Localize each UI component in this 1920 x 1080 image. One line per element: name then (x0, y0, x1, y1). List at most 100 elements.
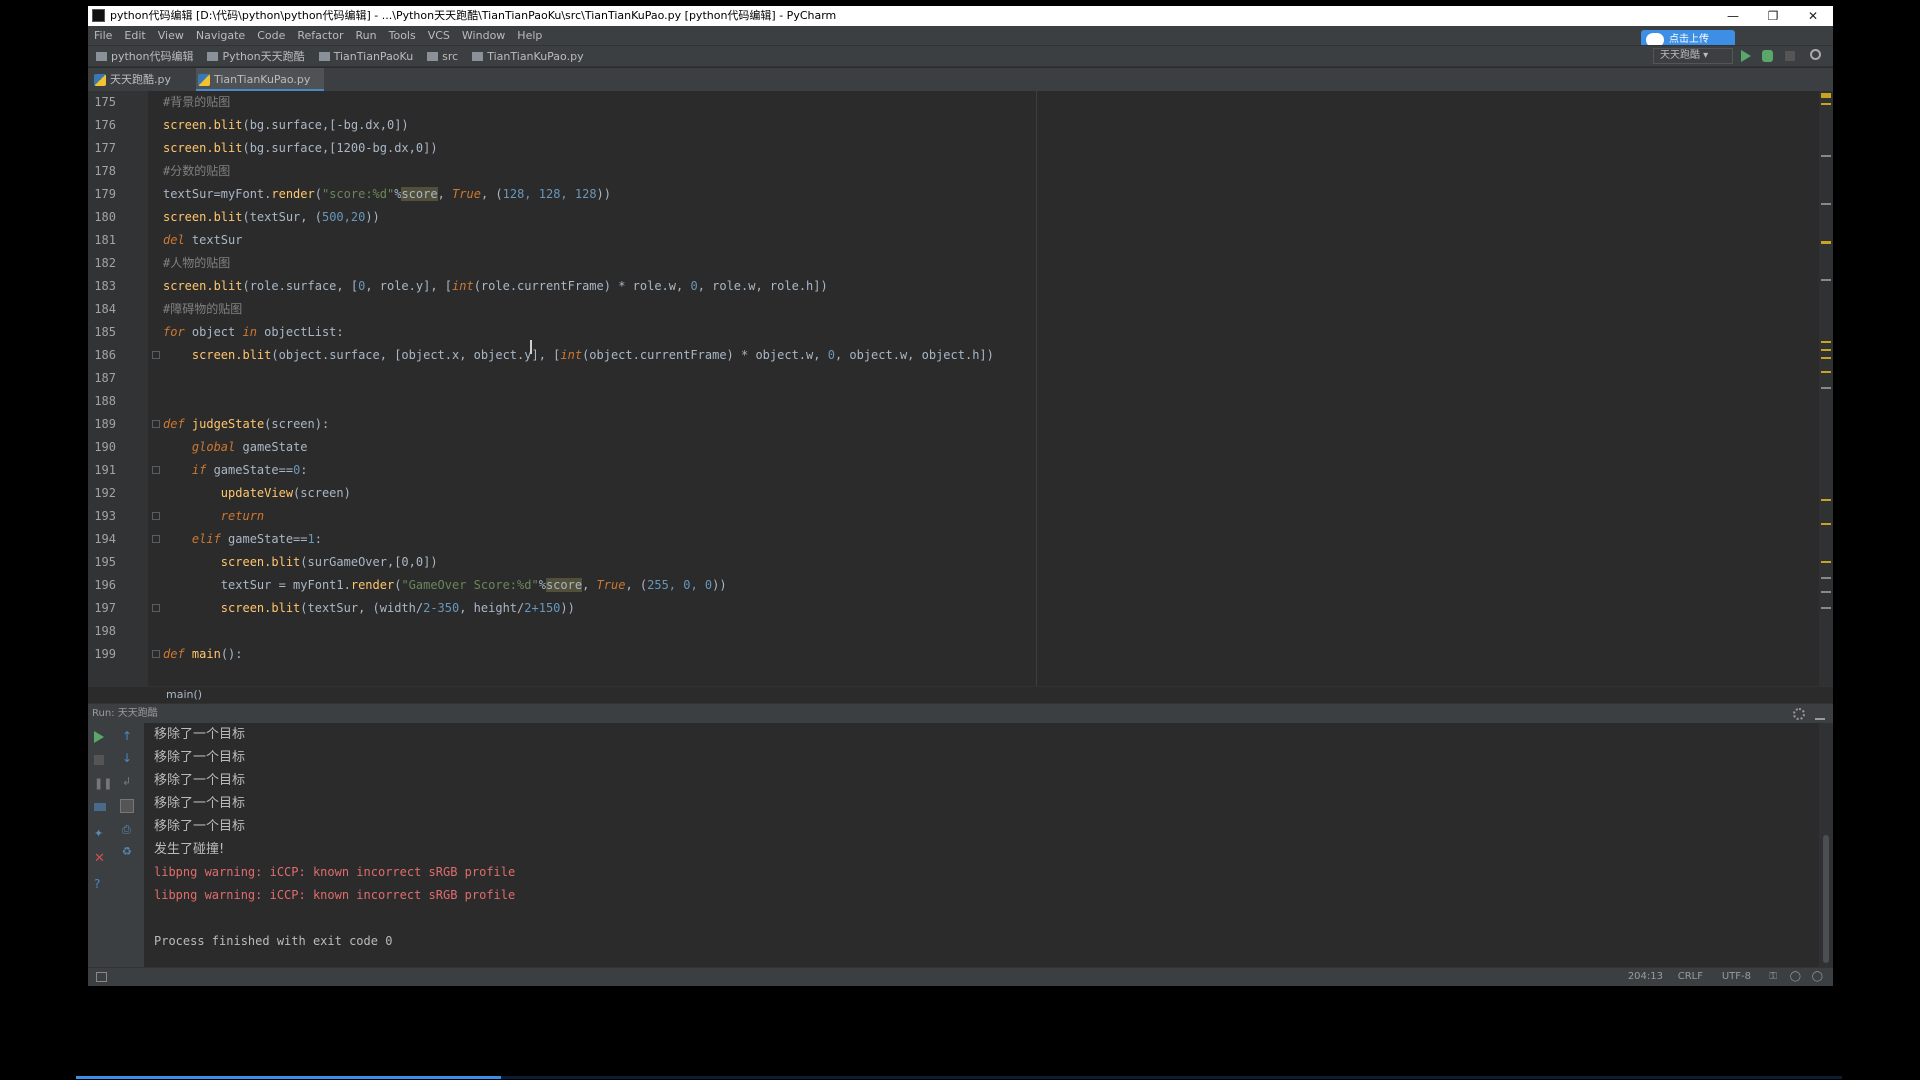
soft-wrap-icon[interactable]: ↲ (122, 775, 136, 789)
info-marker[interactable] (1821, 279, 1831, 281)
code-line[interactable]: 192 updateView(screen) (88, 482, 1788, 505)
code-line[interactable]: 185 for object in objectList: (88, 321, 1788, 344)
breadcrumb-item[interactable]: Python天天跑酷 (207, 50, 305, 63)
menu-refactor[interactable]: Refactor (297, 29, 343, 42)
arrow-down-icon[interactable]: ↓ (122, 751, 136, 765)
minimize-icon[interactable]: — (1713, 6, 1753, 26)
tab-tiantianpaoku[interactable]: 天天跑酷.py (92, 68, 188, 91)
editor-breadcrumb[interactable]: main() (88, 686, 1833, 703)
code-line[interactable]: 196 textSur = myFont1.render("GameOver S… (88, 574, 1788, 597)
code-editor[interactable]: 175 #背景的贴图 176 screen.blit(bg.surface,[-bg.… (88, 91, 1833, 686)
fold-marker-icon[interactable] (152, 535, 160, 543)
stop-icon[interactable] (1785, 51, 1795, 61)
menu-help[interactable]: Help (517, 29, 542, 42)
tool-windows-icon[interactable] (96, 972, 107, 982)
info-marker[interactable] (1821, 387, 1831, 389)
code-line[interactable]: 180 screen.blit(textSur, (500,20)) (88, 206, 1788, 229)
line-separator[interactable]: CRLF (1678, 968, 1703, 986)
info-marker[interactable] (1821, 203, 1831, 205)
gear-icon[interactable] (1793, 708, 1805, 720)
stop-icon[interactable] (94, 755, 104, 765)
code-line[interactable]: 194 elif gameState==1: (88, 528, 1788, 551)
fold-marker-icon[interactable] (152, 604, 160, 612)
restore-layout-icon[interactable] (94, 803, 106, 811)
arrow-up-icon[interactable]: ↑ (122, 729, 136, 743)
search-icon[interactable] (1810, 49, 1821, 60)
code-line[interactable]: 176 screen.blit(bg.surface,[-bg.dx,0]) (88, 114, 1788, 137)
info-marker[interactable] (1821, 155, 1831, 157)
warning-marker[interactable] (1821, 103, 1831, 105)
code-line[interactable]: 182 #人物的贴图 (88, 252, 1788, 275)
warning-marker[interactable] (1821, 371, 1831, 373)
menu-file[interactable]: File (94, 29, 112, 42)
code-line[interactable]: 186 screen.blit(object.surface, [object.… (88, 344, 1788, 367)
console-scrollbar[interactable] (1819, 723, 1833, 967)
warning-marker[interactable] (1821, 523, 1831, 525)
help-icon[interactable]: ? (94, 877, 108, 891)
fold-marker-icon[interactable] (152, 466, 160, 474)
code-line[interactable]: 198 (88, 620, 1788, 643)
restore-icon[interactable]: ❐ (1753, 6, 1793, 26)
inspector-icon[interactable]: ◯ (1790, 968, 1801, 986)
code-line[interactable]: 189 def judgeState(screen): (88, 413, 1788, 436)
tab-tiantiankupao[interactable]: TianTianKuPao.py (196, 68, 324, 91)
fold-marker-icon[interactable] (152, 512, 160, 520)
menu-tools[interactable]: Tools (389, 29, 416, 42)
menu-navigate[interactable]: Navigate (196, 29, 245, 42)
code-line[interactable]: 181 del textSur (88, 229, 1788, 252)
code-line[interactable]: 183 screen.blit(role.surface, [0, role.y]… (88, 275, 1788, 298)
code-line[interactable]: 179 textSur=myFont.render("score:%d"%scor… (88, 183, 1788, 206)
hide-panel-icon[interactable] (1815, 708, 1825, 720)
fold-marker-icon[interactable] (152, 351, 160, 359)
code-line[interactable]: 188 (88, 390, 1788, 413)
lock-icon[interactable]: ⚿ (1769, 968, 1777, 986)
run-configuration-select[interactable]: 天天跑酷 ▾ (1653, 48, 1733, 64)
warning-marker[interactable] (1821, 349, 1831, 351)
trash-icon[interactable]: ♻ (122, 845, 136, 859)
warning-marker[interactable] (1821, 561, 1831, 563)
pin-icon[interactable]: ✦ (94, 827, 108, 841)
code-line[interactable]: 187 (88, 367, 1788, 390)
info-marker[interactable] (1821, 591, 1831, 593)
warning-marker[interactable] (1821, 341, 1831, 343)
caret-position[interactable]: 204:13 (1628, 968, 1663, 986)
code-line[interactable]: 190 global gameState (88, 436, 1788, 459)
warning-marker[interactable] (1821, 241, 1831, 244)
print-icon[interactable]: ⎙ (122, 823, 136, 837)
breadcrumb-function[interactable]: main() (166, 688, 202, 701)
menu-view[interactable]: View (158, 29, 184, 42)
fold-marker-icon[interactable] (152, 420, 160, 428)
menu-code[interactable]: Code (257, 29, 285, 42)
fold-marker-icon[interactable] (152, 650, 160, 658)
code-line[interactable]: 178 #分数的贴图 (88, 160, 1788, 183)
code-line[interactable]: 199 def main(): (88, 643, 1788, 666)
rerun-icon[interactable] (94, 731, 104, 743)
info-marker[interactable] (1821, 577, 1831, 579)
menu-window[interactable]: Window (462, 29, 505, 42)
run-console-output[interactable]: 移除了一个目标 移除了一个目标 移除了一个目标 移除了一个目标 移除了一个目标 发生了碰撞… (144, 723, 1819, 967)
console-scroll-thumb[interactable] (1823, 835, 1829, 963)
scroll-to-end-icon[interactable] (120, 799, 134, 813)
code-line[interactable]: 193 return (88, 505, 1788, 528)
breadcrumb-item[interactable]: python代码编辑 (96, 50, 193, 63)
code-line[interactable]: 175 #背景的贴图 (88, 91, 1788, 114)
warning-marker[interactable] (1821, 93, 1831, 98)
info-marker[interactable] (1821, 607, 1831, 609)
breadcrumb-item[interactable]: TianTianKuPao.py (472, 50, 584, 63)
breadcrumb-item[interactable]: src (427, 50, 458, 63)
breadcrumb-item[interactable]: TianTianPaoKu (318, 50, 413, 63)
menu-vcs[interactable]: VCS (428, 29, 450, 42)
debug-icon[interactable] (1762, 50, 1773, 62)
run-icon[interactable] (1741, 50, 1751, 62)
code-line[interactable]: 197 screen.blit(textSur, (width/2-350, h… (88, 597, 1788, 620)
code-line[interactable]: 195 screen.blit(surGameOver,[0,0]) (88, 551, 1788, 574)
menu-run[interactable]: Run (356, 29, 377, 42)
close-run-icon[interactable]: ✕ (94, 851, 108, 866)
menu-edit[interactable]: Edit (124, 29, 145, 42)
code-line[interactable]: 191 if gameState==0: (88, 459, 1788, 482)
code-line[interactable]: 184 #障碍物的贴图 (88, 298, 1788, 321)
error-stripe[interactable] (1819, 91, 1833, 686)
event-log-icon[interactable]: ◯ (1812, 968, 1823, 986)
pause-icon[interactable]: ❚❚ (94, 777, 112, 791)
code-line[interactable]: 177 screen.blit(bg.surface,[1200-bg.dx,0]… (88, 137, 1788, 160)
